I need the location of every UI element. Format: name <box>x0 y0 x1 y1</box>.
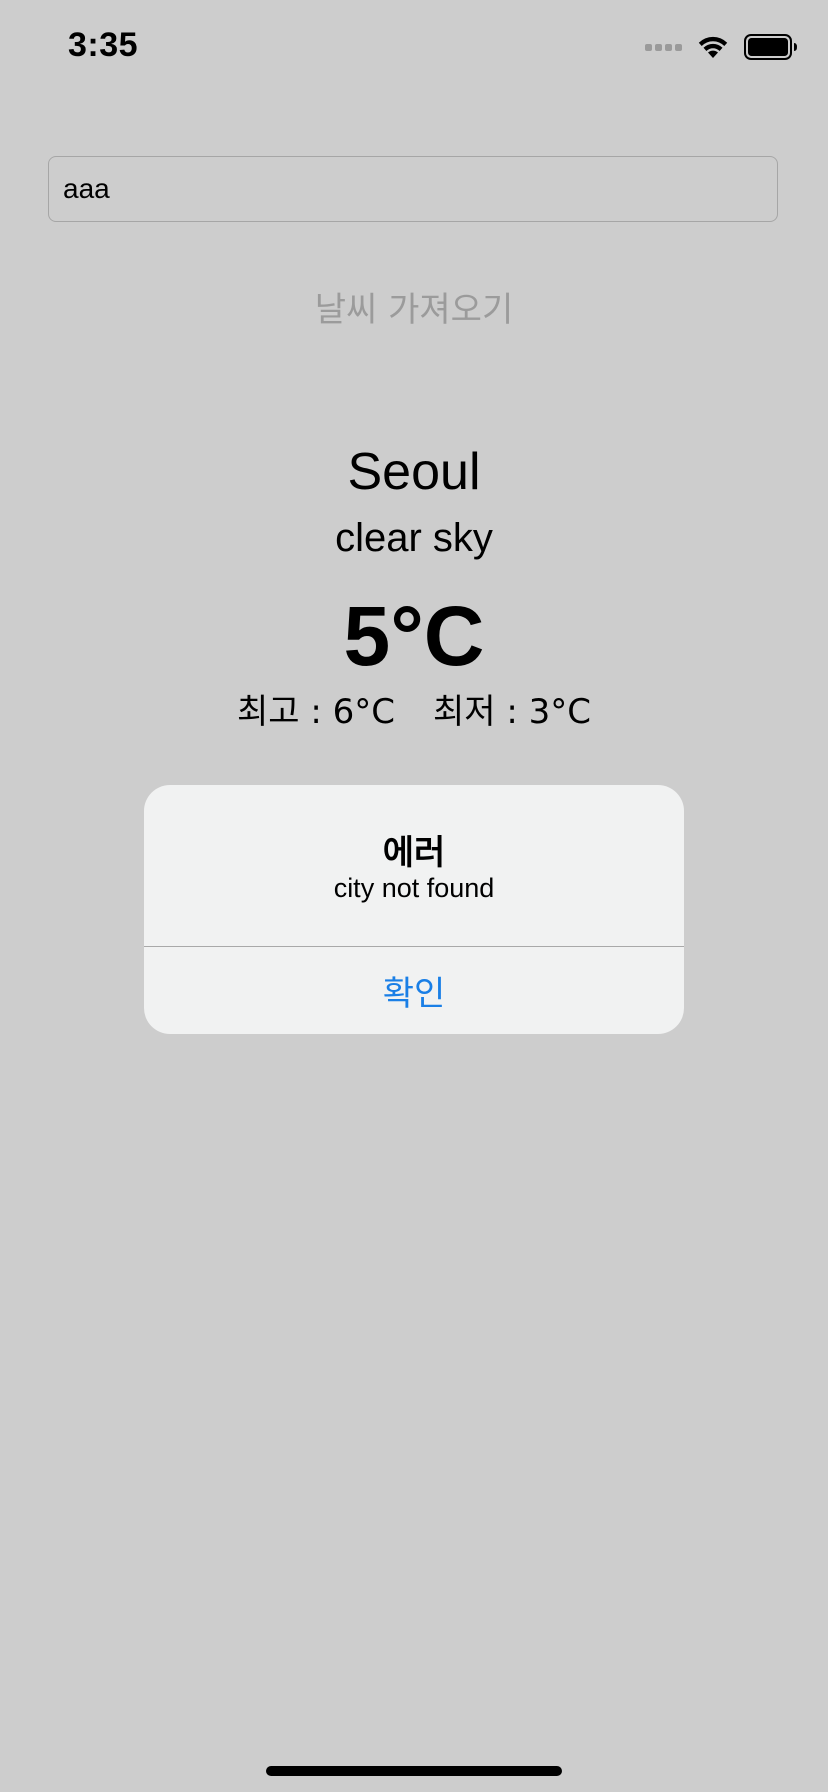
home-indicator[interactable] <box>266 1766 562 1776</box>
alert-title: 에러 <box>382 833 446 873</box>
alert-message: city not found <box>333 873 495 903</box>
error-alert: 에러 city not found 확인 <box>144 785 684 1034</box>
city-search-input[interactable] <box>48 156 778 222</box>
status-time: 3:35 <box>68 26 139 64</box>
battery-icon <box>744 34 798 60</box>
status-icons <box>645 34 798 60</box>
min-max-temperature: 최고 : 6°C 최저 : 3°C <box>0 684 828 733</box>
fetch-weather-button[interactable]: 날씨 가져오기 <box>0 282 828 331</box>
wifi-icon <box>696 34 730 60</box>
weather-screen: 3:35 날씨 가져오기 Seoul clear sky 5°C 최고 : 6°… <box>0 0 828 1792</box>
alert-ok-button[interactable]: 확인 <box>144 947 684 1034</box>
min-temperature: 최저 : 3°C <box>433 692 592 732</box>
city-name: Seoul <box>347 443 481 501</box>
cellular-signal-icon <box>645 43 682 51</box>
current-temperature: 5°C <box>343 589 485 683</box>
max-temperature: 최고 : 6°C <box>236 692 395 732</box>
weather-description: clear sky <box>335 516 493 560</box>
